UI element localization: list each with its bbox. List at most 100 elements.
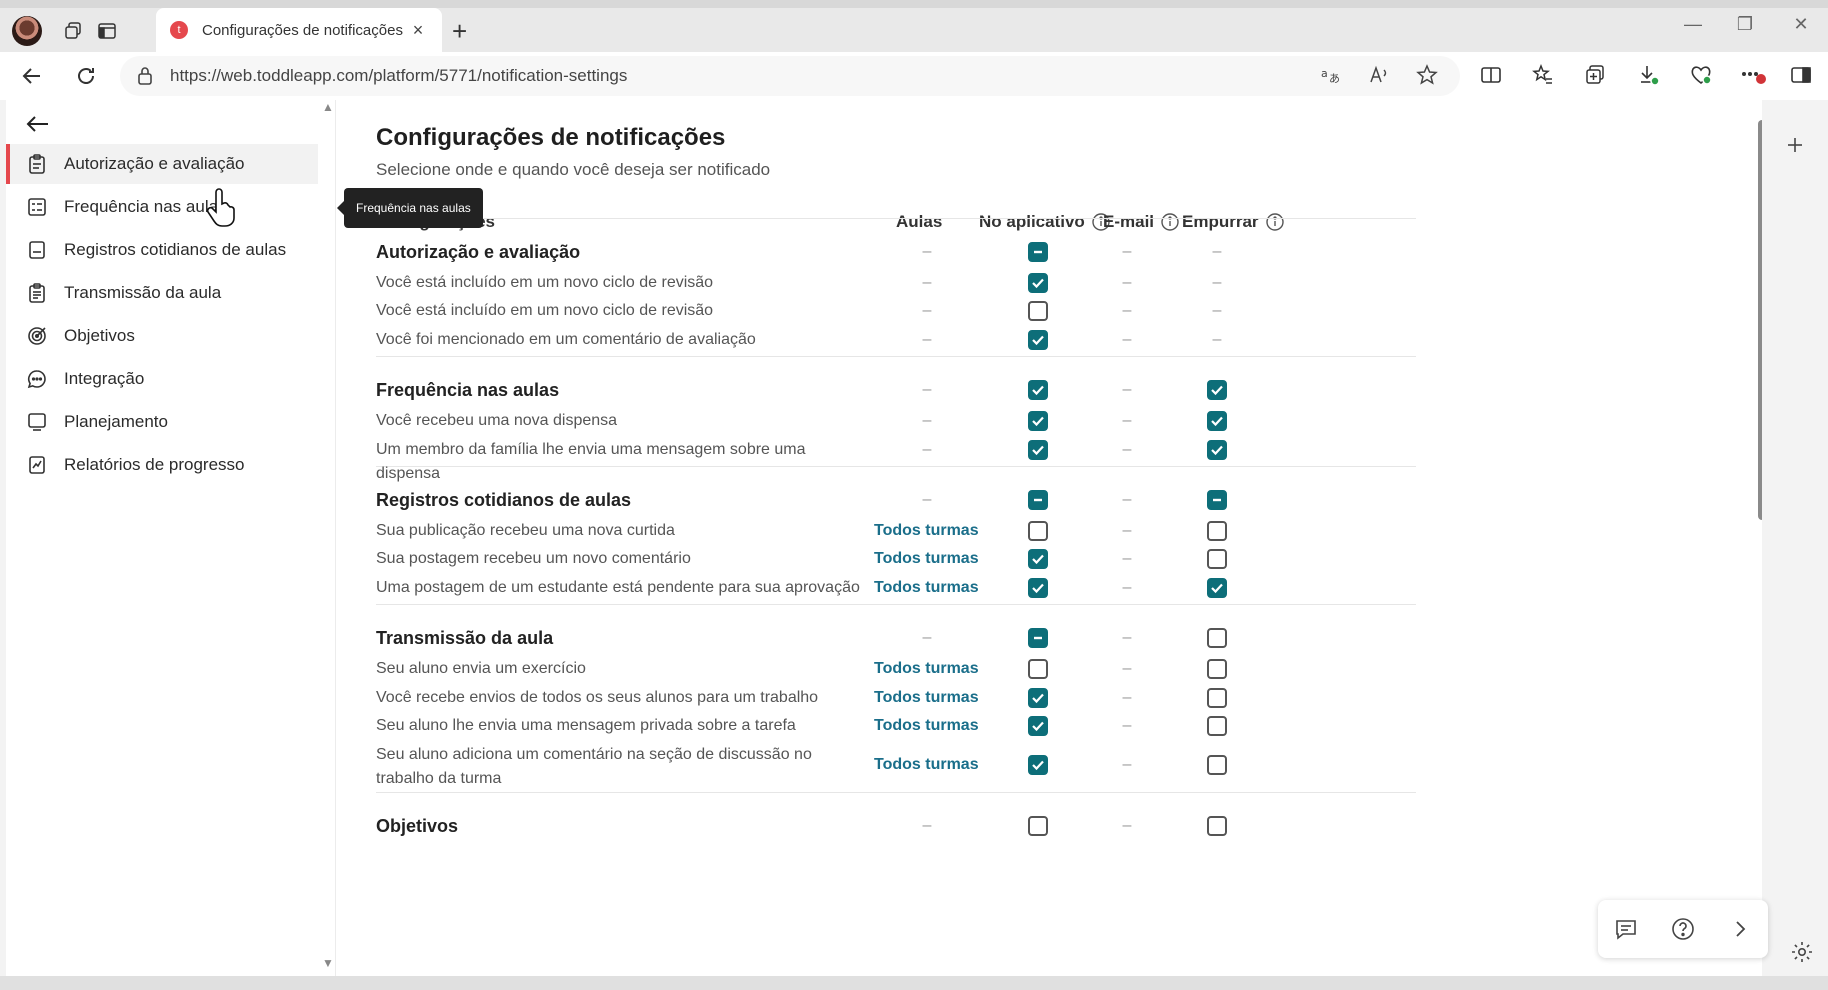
settings-sidebar: Autorização e avaliação Frequência nas a… bbox=[6, 100, 336, 976]
browser-essentials-icon[interactable] bbox=[1684, 58, 1718, 92]
in-app-checkbox[interactable] bbox=[1028, 440, 1048, 460]
help-icon[interactable] bbox=[1670, 916, 1696, 942]
collections-icon[interactable] bbox=[1578, 58, 1612, 92]
in-app-checkbox[interactable] bbox=[1028, 659, 1048, 679]
push-checkbox[interactable] bbox=[1207, 380, 1227, 400]
minimize-icon[interactable]: — bbox=[1668, 14, 1718, 35]
new-tab-icon[interactable]: + bbox=[452, 16, 467, 47]
sidebar-item-relatorios[interactable]: Relatórios de progresso bbox=[6, 445, 318, 485]
section-title: Autorização e avaliação bbox=[376, 242, 581, 262]
in-app-checkbox[interactable] bbox=[1028, 688, 1048, 708]
translate-icon[interactable]: aあ bbox=[1314, 58, 1348, 92]
back-arrow-icon[interactable] bbox=[24, 110, 52, 138]
add-icon[interactable] bbox=[1786, 136, 1804, 154]
in-app-checkbox[interactable] bbox=[1028, 578, 1048, 598]
in-app-checkbox[interactable] bbox=[1028, 242, 1048, 262]
push-checkbox[interactable] bbox=[1207, 440, 1227, 460]
indeterminate-icon bbox=[1034, 636, 1042, 640]
info-icon[interactable] bbox=[1265, 212, 1285, 232]
sidebar-item-frequencia[interactable]: Frequência nas aulas bbox=[6, 187, 318, 227]
scroll-down-arrow-icon[interactable]: ▼ bbox=[322, 956, 334, 970]
toddle-favicon-icon: t bbox=[170, 21, 188, 39]
in-app-checkbox[interactable] bbox=[1028, 716, 1048, 736]
push-checkbox[interactable] bbox=[1207, 659, 1227, 679]
tab-notification-settings[interactable]: t Configurações de notificações × bbox=[156, 8, 442, 52]
close-tab-icon[interactable]: × bbox=[408, 20, 428, 41]
sidebar-item-label: Autorização e avaliação bbox=[64, 154, 245, 173]
workspaces-icon[interactable] bbox=[56, 14, 90, 48]
all-classes-link[interactable]: Todos turmas bbox=[874, 576, 979, 600]
sidebar-item-objetivos[interactable]: Objetivos bbox=[6, 316, 318, 356]
back-icon[interactable] bbox=[16, 60, 48, 92]
page-title: Configurações de notificações bbox=[376, 124, 726, 151]
sidebar-item-autorizacao[interactable]: Autorização e avaliação bbox=[6, 144, 318, 184]
column-classes: Aulas bbox=[896, 212, 943, 231]
column-push: Empurrar bbox=[1182, 204, 1285, 240]
feedback-icon[interactable] bbox=[1613, 916, 1639, 942]
email-cell: – bbox=[1112, 409, 1142, 433]
sidebar-item-registros[interactable]: Registros cotidianos de aulas bbox=[6, 230, 318, 270]
in-app-checkbox[interactable] bbox=[1028, 330, 1048, 350]
not-applicable-dash: – bbox=[1122, 491, 1132, 508]
scroll-up-arrow-icon[interactable]: ▲ bbox=[322, 100, 334, 114]
push-checkbox[interactable] bbox=[1207, 521, 1227, 541]
info-icon[interactable] bbox=[1160, 212, 1180, 232]
favorite-star-icon[interactable] bbox=[1410, 58, 1444, 92]
all-classes-link[interactable]: Todos turmas bbox=[874, 519, 979, 543]
sidebar-item-integracao[interactable]: Integração bbox=[6, 359, 318, 399]
all-classes-link[interactable]: Todos turmas bbox=[874, 686, 979, 710]
all-classes-link[interactable]: Todos turmas bbox=[874, 547, 979, 571]
in-app-checkbox[interactable] bbox=[1028, 755, 1048, 775]
in-app-checkbox[interactable] bbox=[1028, 628, 1048, 648]
chevron-right-icon[interactable] bbox=[1727, 916, 1753, 942]
push-checkbox[interactable] bbox=[1207, 628, 1227, 648]
in-app-checkbox[interactable] bbox=[1028, 490, 1048, 510]
favorites-icon[interactable] bbox=[1526, 58, 1560, 92]
classes-cell: – bbox=[912, 378, 942, 402]
sidebar-toggle-icon[interactable] bbox=[1784, 58, 1818, 92]
all-classes-link[interactable]: Todos turmas bbox=[874, 657, 979, 681]
push-cell bbox=[1202, 488, 1232, 512]
checkmark-icon bbox=[1032, 760, 1044, 771]
vertical-tabs-icon[interactable] bbox=[90, 14, 124, 48]
push-checkbox[interactable] bbox=[1207, 578, 1227, 598]
restore-icon[interactable]: ❐ bbox=[1720, 14, 1770, 35]
all-classes-link[interactable]: Todos turmas bbox=[874, 753, 979, 777]
in-app-checkbox[interactable] bbox=[1028, 549, 1048, 569]
push-checkbox[interactable] bbox=[1207, 411, 1227, 431]
profile-avatar[interactable] bbox=[12, 16, 42, 46]
push-checkbox[interactable] bbox=[1207, 549, 1227, 569]
push-checkbox[interactable] bbox=[1207, 716, 1227, 736]
push-checkbox[interactable] bbox=[1207, 755, 1227, 775]
email-cell: – bbox=[1112, 328, 1142, 352]
sidebar-item-transmissao[interactable]: Transmissão da aula bbox=[6, 273, 318, 313]
not-applicable-dash: – bbox=[1122, 817, 1132, 834]
sidebar-item-label: Planejamento bbox=[64, 412, 168, 431]
in-app-checkbox[interactable] bbox=[1028, 301, 1048, 321]
push-cell: – bbox=[1202, 271, 1232, 295]
close-window-icon[interactable]: ✕ bbox=[1776, 14, 1826, 35]
section-divider bbox=[376, 218, 1416, 219]
downloads-icon[interactable] bbox=[1632, 58, 1666, 92]
push-checkbox[interactable] bbox=[1207, 816, 1227, 836]
split-screen-icon[interactable] bbox=[1474, 58, 1508, 92]
sidebar-item-planejamento[interactable]: Planejamento bbox=[6, 402, 318, 442]
in-app-checkbox[interactable] bbox=[1028, 380, 1048, 400]
address-bar[interactable]: https://web.toddleapp.com/platform/5771/… bbox=[120, 56, 1460, 96]
all-classes-link[interactable]: Todos turmas bbox=[874, 714, 979, 738]
refresh-icon[interactable] bbox=[70, 60, 102, 92]
chat-bubble-icon bbox=[27, 370, 46, 389]
in-app-checkbox[interactable] bbox=[1028, 521, 1048, 541]
settings-gear-icon[interactable] bbox=[1790, 940, 1814, 964]
not-applicable-dash: – bbox=[1212, 302, 1222, 319]
in-app-checkbox[interactable] bbox=[1028, 411, 1048, 431]
more-options-icon[interactable] bbox=[1736, 58, 1770, 92]
push-checkbox[interactable] bbox=[1207, 490, 1227, 510]
read-aloud-icon[interactable] bbox=[1362, 58, 1396, 92]
in-app-checkbox[interactable] bbox=[1028, 816, 1048, 836]
push-checkbox[interactable] bbox=[1207, 688, 1227, 708]
push-cell bbox=[1202, 714, 1232, 738]
not-applicable-dash: – bbox=[1122, 441, 1132, 458]
in-app-checkbox[interactable] bbox=[1028, 273, 1048, 293]
push-cell: – bbox=[1202, 240, 1232, 264]
